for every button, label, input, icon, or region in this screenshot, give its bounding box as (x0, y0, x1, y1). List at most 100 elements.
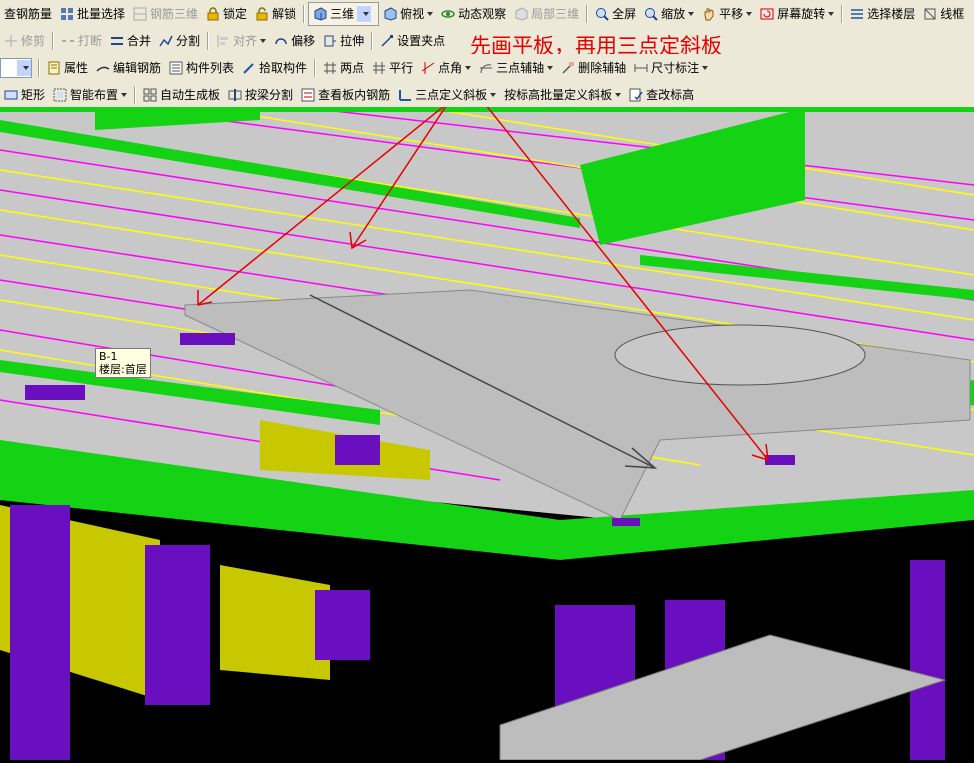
zoom-label: 缩放 (661, 7, 686, 21)
steel-3d-button[interactable]: 钢筋三维 (129, 3, 202, 25)
chevron-down-icon (465, 65, 472, 70)
delete-axis-button[interactable]: 删除辅轴 (557, 57, 630, 79)
toolbar-separator (303, 4, 306, 23)
lock-icon (206, 6, 220, 21)
view-3d-button[interactable]: 三维 (308, 1, 380, 26)
rectangle-button[interactable]: 矩形 (0, 84, 49, 106)
parallel-button[interactable]: 平行 (368, 57, 417, 79)
tooltip-name: B-1 (99, 350, 118, 363)
edit-steel-button[interactable]: 编辑钢筋 (92, 57, 165, 79)
dimension-button[interactable]: 尺寸标注 (630, 57, 712, 79)
auto-slab-label: 自动生成板 (160, 88, 221, 102)
chevron-down-icon (490, 92, 497, 97)
partial-3d-button[interactable]: 局部三维 (510, 3, 583, 25)
lock-label: 锁定 (223, 7, 248, 21)
grip-icon (380, 34, 394, 48)
stretch-button[interactable]: 拉伸 (319, 30, 368, 52)
break-button[interactable]: 打断 (57, 30, 106, 52)
pan-button[interactable]: 平移 (698, 3, 756, 25)
offset-button[interactable]: 偏移 (270, 30, 319, 52)
chevron-down-icon (427, 11, 434, 16)
rotate-icon (760, 7, 774, 21)
zoom-extents-icon (595, 7, 609, 21)
chevron-down-icon (121, 92, 128, 97)
pick-component-button[interactable]: 拾取构件 (238, 57, 311, 79)
split-button[interactable]: 分割 (155, 30, 204, 52)
steel-amount-button[interactable]: 查钢筋量 (0, 3, 56, 25)
chevron-down-icon (828, 11, 835, 16)
view-slab-steel-label: 查看板内钢筋 (318, 88, 391, 102)
batch-slope-button[interactable]: 按标高批量定义斜板 (500, 84, 625, 106)
chevron-down-icon (746, 11, 753, 16)
merge-button[interactable]: 合并 (106, 30, 155, 52)
steel-3d-icon (133, 7, 147, 21)
chevron-down-icon (688, 11, 695, 16)
break-label: 打断 (78, 34, 103, 48)
align-label: 对齐 (233, 34, 258, 48)
split-by-beam-button[interactable]: 按梁分割 (224, 84, 297, 106)
toolbar-separator (371, 31, 374, 50)
zoom-button[interactable]: 缩放 (640, 3, 698, 25)
two-points-label: 两点 (340, 61, 365, 75)
parallel-label: 平行 (389, 61, 414, 75)
check-elev-label: 查改标高 (646, 88, 695, 102)
fullscreen-button[interactable]: 全屏 (591, 3, 640, 25)
chevron-down-icon (260, 38, 267, 43)
align-button[interactable]: 对齐 (212, 30, 270, 52)
select-floor-button[interactable]: 选择楼层 (846, 3, 919, 25)
batch-select-label: 批量选择 (77, 7, 126, 21)
chevron-down-icon (547, 65, 554, 70)
smart-layout-button[interactable]: 智能布置 (49, 84, 131, 106)
partial-3d-icon (514, 6, 528, 21)
component-list-button[interactable]: 构件列表 (165, 57, 238, 79)
dynamic-observe-button[interactable]: 动态观察 (437, 3, 510, 25)
rectangle-label: 矩形 (21, 88, 46, 102)
unlock-icon (255, 6, 269, 21)
check-elev-button[interactable]: 查改标高 (625, 84, 698, 106)
trim-button[interactable]: 修剪 (0, 30, 49, 52)
3d-model-canvas[interactable] (0, 41, 974, 761)
top-view-button[interactable]: 俯视 (379, 3, 437, 25)
toolbar-separator (586, 4, 589, 23)
stretch-icon (323, 34, 337, 48)
view-3d-label: 三维 (330, 7, 355, 21)
point-angle-button[interactable]: 点角 (417, 57, 475, 79)
view-slab-steel-icon (301, 88, 315, 102)
three-point-axis-button[interactable]: 三点辅轴 (475, 57, 557, 79)
toolbar-separator (134, 85, 137, 104)
two-points-button[interactable]: 两点 (319, 57, 368, 79)
3d-viewport[interactable]: B-1 楼层:首层 (0, 41, 974, 761)
auto-slab-button[interactable]: 自动生成板 (139, 84, 224, 106)
floor-select[interactable] (0, 57, 32, 78)
merge-label: 合并 (127, 34, 152, 48)
point-angle-icon (421, 61, 435, 75)
unlock-button[interactable]: 解锁 (251, 3, 300, 25)
merge-icon (110, 34, 124, 48)
batch-slope-label: 按标高批量定义斜板 (504, 88, 613, 102)
chevron-down-icon (17, 59, 31, 76)
view-slab-steel-button[interactable]: 查看板内钢筋 (297, 84, 394, 106)
steel-3d-label: 钢筋三维 (150, 7, 199, 21)
three-point-slope-button[interactable]: 三点定义斜板 (394, 84, 500, 106)
screen-rotate-button[interactable]: 屏幕旋转 (756, 3, 838, 25)
wire-frame-button[interactable]: 线框 (919, 3, 968, 25)
dimension-icon (634, 61, 648, 75)
view-3d-dropdown[interactable] (357, 4, 372, 23)
batch-select-button[interactable]: 批量选择 (56, 3, 129, 25)
pan-label: 平移 (719, 7, 744, 21)
set-grip-button[interactable]: 设置夹点 (376, 30, 449, 52)
lock-button[interactable]: 锁定 (202, 3, 251, 25)
toolbar-separator (841, 4, 844, 23)
wireframe-icon (923, 7, 937, 21)
chevron-down-icon (615, 92, 622, 97)
point-angle-label: 点角 (438, 61, 463, 75)
hand-icon (702, 7, 716, 21)
toolbar-separator (314, 58, 317, 77)
properties-button[interactable]: 属性 (43, 57, 92, 79)
chevron-down-icon (702, 65, 709, 70)
wall[interactable] (220, 565, 330, 680)
steel-amount-label: 查钢筋量 (4, 7, 53, 21)
top-view-label: 俯视 (400, 7, 425, 21)
break-icon (61, 34, 75, 48)
stretch-label: 拉伸 (340, 34, 365, 48)
